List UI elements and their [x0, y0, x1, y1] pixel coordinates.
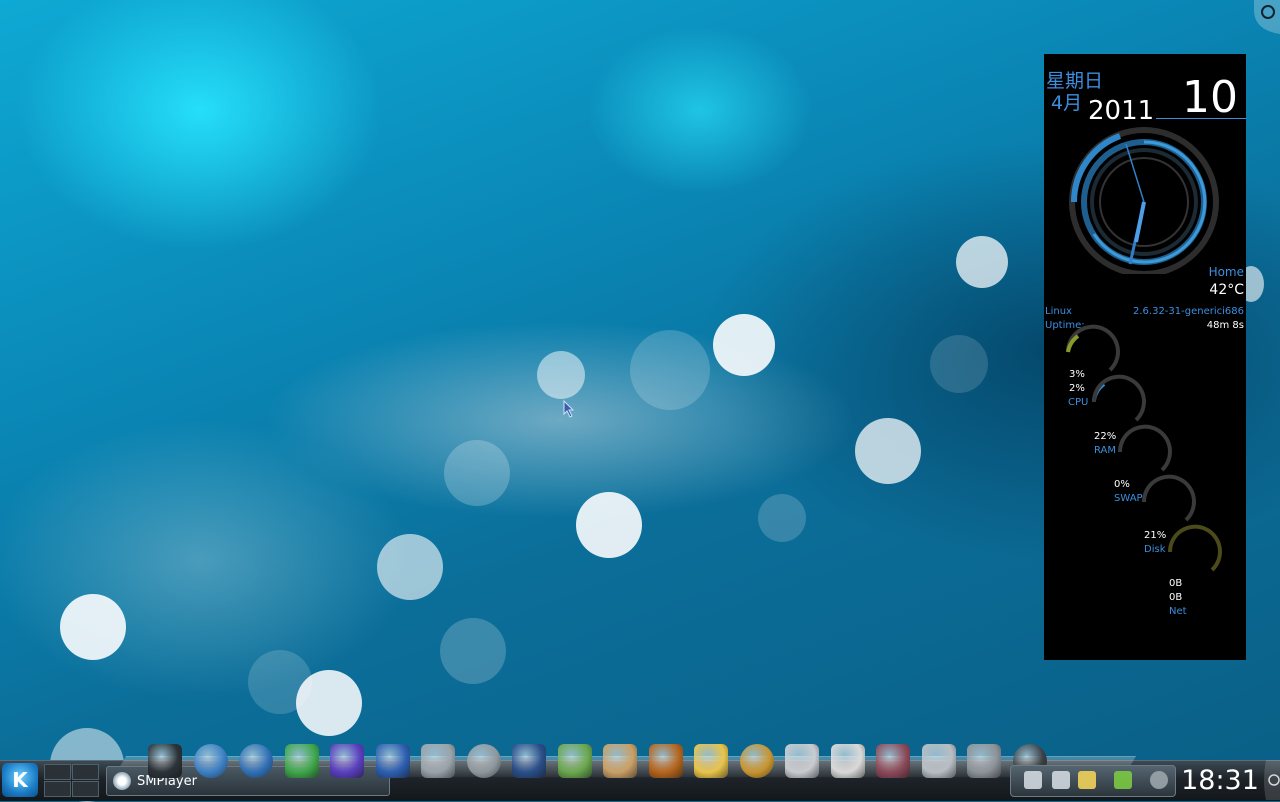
- dock-compass-gold[interactable]: [738, 738, 776, 778]
- bokeh-circle: [713, 314, 775, 376]
- bokeh-circle: [758, 494, 806, 542]
- ram-label: RAM: [1094, 445, 1117, 456]
- bokeh-circle: [440, 618, 506, 684]
- info-icon[interactable]: [1150, 771, 1168, 789]
- day-label: 10: [1182, 72, 1238, 123]
- disk-value: 21%: [1144, 530, 1167, 541]
- dock-activity-monitor[interactable]: [510, 738, 548, 778]
- disk-label: Disk: [1144, 544, 1166, 555]
- documents-icon: [830, 744, 865, 778]
- clipboard-icon[interactable]: [1078, 771, 1096, 789]
- system-monitor-widget: 星期日 4月 2011 10 Home 42°C Linux 2.6.32-31…: [1044, 54, 1246, 660]
- dock-silver-sphere[interactable]: [465, 738, 503, 778]
- bokeh-circle: [855, 418, 921, 484]
- pager-desktop-4[interactable]: [72, 781, 99, 797]
- activity-monitor-icon: [512, 744, 546, 778]
- dock-internet-explorer[interactable]: [237, 738, 275, 778]
- application-launcher-button[interactable]: K: [2, 763, 38, 797]
- text-editor-pen-icon: [557, 744, 592, 778]
- silver-sphere-icon: [466, 744, 501, 778]
- cpu-gauge-track: [1065, 324, 1120, 372]
- email-at-icon: [921, 744, 956, 778]
- photo-stack-icon: [648, 744, 683, 778]
- messenger-people-icon: [284, 744, 319, 778]
- workspace-switcher-icon: [876, 744, 910, 778]
- dock-clapperboard[interactable]: [374, 738, 412, 778]
- mouse-cursor-icon: [563, 400, 575, 418]
- photo-viewer-icon: [603, 744, 637, 778]
- bokeh-circle: [60, 594, 126, 660]
- dock-photo-stack[interactable]: [647, 738, 685, 778]
- smplayer-icon: [113, 772, 131, 790]
- wizard-icon: [330, 744, 364, 778]
- os-label: Linux: [1045, 306, 1072, 317]
- kde-logo-icon: K: [12, 768, 28, 792]
- dock-messenger-people[interactable]: [283, 738, 321, 778]
- bokeh-circle: [537, 351, 585, 399]
- bokeh-circle: [930, 335, 988, 393]
- cpu-label: CPU: [1068, 397, 1089, 408]
- dock-mail-envelope[interactable]: [783, 738, 821, 778]
- cpu-value-2: 2%: [1069, 383, 1085, 394]
- mail-envelope-icon: [785, 744, 819, 778]
- desktop-toolbox-icon[interactable]: [1254, 0, 1280, 34]
- dock-workspace-switcher[interactable]: [874, 738, 912, 778]
- dock-sticky-note[interactable]: [692, 738, 730, 778]
- compass-gold-icon: [739, 744, 774, 778]
- digital-clock[interactable]: 18:31: [1180, 762, 1260, 798]
- dock-photo-viewer[interactable]: [601, 738, 639, 778]
- cpu-value-1: 3%: [1069, 369, 1085, 380]
- clapperboard-icon: [375, 744, 410, 778]
- pager-desktop-3[interactable]: [44, 781, 71, 797]
- ram-value: 22%: [1094, 431, 1117, 442]
- kernel-label: 2.6.32-31-generici686: [1133, 306, 1244, 317]
- compass-browser-icon: [193, 744, 228, 778]
- month-label: 4月: [1051, 92, 1083, 114]
- film-reel-icon: [421, 744, 455, 778]
- dock-wizard[interactable]: [328, 738, 366, 778]
- resource-gauges: [1065, 324, 1222, 572]
- terminal-icon: [148, 744, 182, 778]
- location-label: Home: [1208, 265, 1244, 279]
- virtual-desktop-pager[interactable]: [44, 764, 99, 797]
- dock-documents[interactable]: [829, 738, 867, 778]
- internet-explorer-icon: [239, 744, 273, 778]
- date-underline: [1156, 118, 1246, 119]
- bokeh-circle: [576, 492, 642, 558]
- system-settings-icon: [967, 744, 1001, 778]
- dock-film-reel[interactable]: [419, 738, 457, 778]
- dock-text-editor-pen[interactable]: [556, 738, 594, 778]
- pager-desktop-2[interactable]: [72, 764, 99, 780]
- volume-icon[interactable]: [1052, 771, 1070, 789]
- sticky-note-icon: [694, 744, 728, 778]
- dock-terminal[interactable]: [146, 738, 184, 778]
- panel-toolbox-icon[interactable]: [1262, 760, 1280, 800]
- dock-system-settings[interactable]: [965, 738, 1003, 778]
- swap-gauge-track: [1117, 424, 1172, 472]
- year-label: 2011: [1088, 96, 1155, 126]
- dock-email-at[interactable]: [920, 738, 958, 778]
- bokeh-circle: [630, 330, 710, 410]
- analog-clock: [1069, 127, 1219, 274]
- swap-label: SWAP: [1114, 493, 1143, 504]
- net-gauge-track: [1167, 524, 1222, 572]
- net-down-value: 0B: [1169, 578, 1183, 589]
- swap-value: 0%: [1114, 479, 1130, 490]
- bokeh-circle: [956, 236, 1008, 288]
- net-label: Net: [1169, 606, 1187, 617]
- battery-power-icon[interactable]: [1114, 771, 1132, 789]
- pager-desktop-1[interactable]: [44, 764, 71, 780]
- ram-gauge-track: [1091, 374, 1146, 422]
- disk-gauge-track: [1141, 474, 1196, 522]
- bokeh-circle: [444, 440, 510, 506]
- dock-compass-browser[interactable]: [192, 738, 230, 778]
- bokeh-circle: [248, 650, 312, 714]
- net-up-value: 0B: [1169, 592, 1183, 603]
- network-icon[interactable]: [1024, 771, 1042, 789]
- bokeh-circle: [377, 534, 443, 600]
- temperature-label: 42°C: [1209, 282, 1244, 298]
